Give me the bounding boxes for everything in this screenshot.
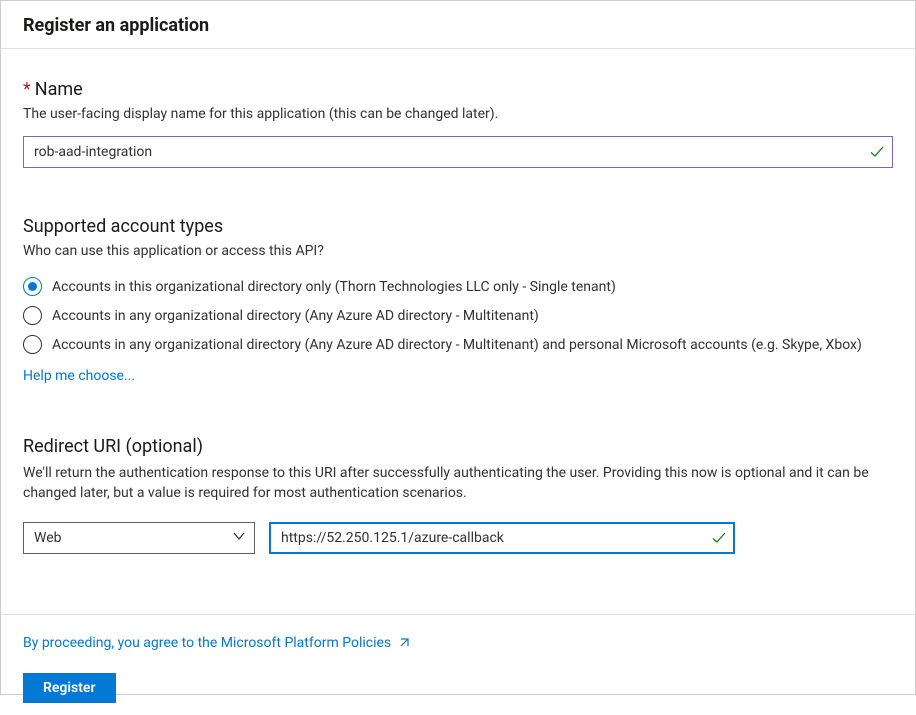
page-title: Register an application xyxy=(23,15,893,36)
name-input[interactable] xyxy=(23,136,893,168)
name-input-container xyxy=(23,136,893,168)
form-content: *Name The user-facing display name for t… xyxy=(1,49,915,570)
checkmark-icon xyxy=(869,144,885,160)
radio-icon xyxy=(23,277,42,296)
name-label: *Name xyxy=(23,79,893,100)
chevron-down-icon xyxy=(232,529,246,547)
register-button[interactable]: Register xyxy=(23,673,116,703)
name-description: The user-facing display name for this ap… xyxy=(23,106,893,122)
account-types-description: Who can use this application or access t… xyxy=(23,243,893,259)
required-asterisk: * xyxy=(23,79,31,100)
footer: By proceeding, you agree to the Microsof… xyxy=(1,614,915,715)
account-type-option-multitenant-personal[interactable]: Accounts in any organizational directory… xyxy=(23,335,893,354)
checkmark-icon xyxy=(711,530,727,546)
redirect-uri-title: Redirect URI (optional) xyxy=(23,436,893,457)
redirect-uri-section: Redirect URI (optional) We'll return the… xyxy=(23,436,893,554)
redirect-uri-input-container xyxy=(269,522,735,554)
redirect-uri-row: Web xyxy=(23,522,893,554)
radio-label: Accounts in any organizational directory… xyxy=(52,337,862,353)
page-header: Register an application xyxy=(1,1,915,49)
platform-select-value: Web xyxy=(34,530,62,546)
radio-icon xyxy=(23,335,42,354)
redirect-uri-input[interactable] xyxy=(269,522,735,554)
policies-row: By proceeding, you agree to the Microsof… xyxy=(23,635,893,651)
platform-select[interactable]: Web xyxy=(23,522,255,554)
platform-policies-link[interactable]: By proceeding, you agree to the Microsof… xyxy=(23,635,391,651)
help-me-choose-link[interactable]: Help me choose... xyxy=(23,368,135,384)
account-type-option-single-tenant[interactable]: Accounts in this organizational director… xyxy=(23,277,893,296)
redirect-uri-description: We'll return the authentication response… xyxy=(23,463,893,504)
account-types-radio-group: Accounts in this organizational director… xyxy=(23,277,893,354)
radio-label: Accounts in any organizational directory… xyxy=(52,308,539,324)
external-link-icon xyxy=(397,636,411,650)
radio-label: Accounts in this organizational director… xyxy=(52,279,616,295)
account-types-title: Supported account types xyxy=(23,216,893,237)
radio-icon xyxy=(23,306,42,325)
account-type-option-multitenant[interactable]: Accounts in any organizational directory… xyxy=(23,306,893,325)
